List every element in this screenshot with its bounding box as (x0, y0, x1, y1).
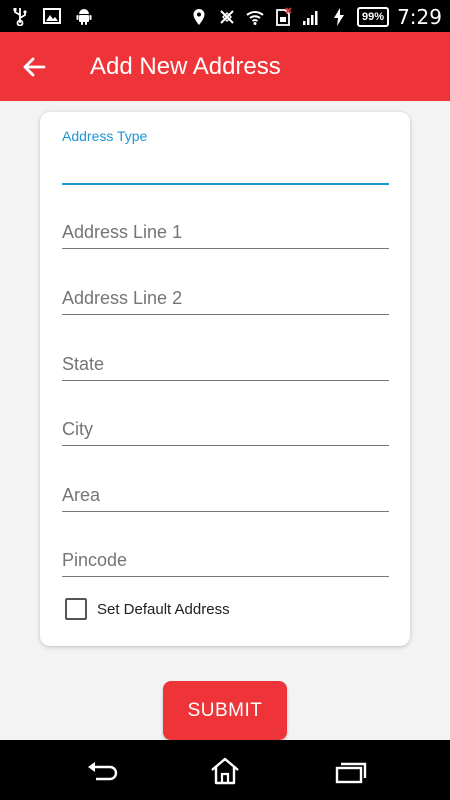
signal-icon (303, 11, 318, 25)
default-address-checkbox[interactable] (65, 598, 87, 620)
field-underline (62, 380, 389, 381)
status-time: 7:29 (397, 5, 442, 29)
home-nav-icon[interactable] (205, 755, 245, 787)
address-line1-field[interactable] (62, 215, 389, 249)
submit-button[interactable]: SUBMIT (163, 681, 287, 740)
sim-icon (276, 7, 292, 26)
area-field[interactable] (62, 478, 389, 512)
default-address-label: Set Default Address (97, 600, 230, 618)
area-input[interactable] (62, 480, 389, 510)
address-type-input[interactable] (62, 154, 389, 180)
recents-nav-icon[interactable] (330, 755, 370, 787)
address-line2-input[interactable] (62, 283, 389, 313)
arrow-left-icon[interactable] (20, 53, 48, 81)
field-underline (62, 314, 389, 315)
field-underline (62, 511, 389, 512)
status-bar: 99% 7:29 (0, 0, 450, 32)
navigation-bar (0, 740, 450, 800)
app-bar: Add New Address (0, 32, 450, 101)
city-field[interactable] (62, 412, 389, 446)
field-underline (62, 183, 389, 185)
wifi-icon (246, 11, 264, 25)
pincode-input[interactable] (62, 545, 389, 575)
image-icon (43, 8, 61, 24)
battery-indicator: 99% (357, 7, 390, 27)
usb-icon (13, 8, 27, 26)
pincode-field[interactable] (62, 543, 389, 577)
address-type-label: Address Type (62, 128, 148, 144)
default-address-checkbox-row[interactable]: Set Default Address (65, 598, 230, 620)
address-type-field[interactable]: Address Type (62, 128, 389, 185)
field-underline (62, 445, 389, 446)
address-line1-input[interactable] (62, 217, 389, 247)
field-underline (62, 576, 389, 577)
charging-icon (334, 8, 345, 26)
android-icon (76, 9, 92, 25)
state-input[interactable] (62, 349, 389, 379)
state-field[interactable] (62, 347, 389, 381)
address-form-card: Address Type Set Default Address (40, 112, 410, 646)
nfc-off-icon (220, 10, 234, 24)
back-nav-icon[interactable] (82, 755, 122, 787)
page-title: Add New Address (90, 53, 281, 80)
field-underline (62, 248, 389, 249)
city-input[interactable] (62, 414, 389, 444)
address-line2-field[interactable] (62, 281, 389, 315)
location-icon (193, 9, 205, 25)
